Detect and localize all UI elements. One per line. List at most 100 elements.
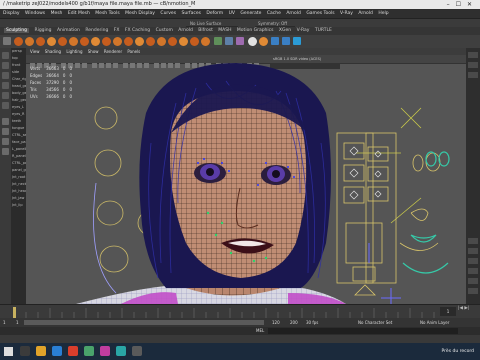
menu-item-curves[interactable]: Curves xyxy=(160,11,176,16)
outliner-layout-icon[interactable] xyxy=(2,148,9,155)
outliner-item[interactable]: Jnt_lip xyxy=(11,202,26,209)
menu-item-uv[interactable]: UV xyxy=(229,11,235,16)
outliner-item[interactable]: R_panelB xyxy=(11,153,26,160)
rotate-tool-icon[interactable] xyxy=(2,92,9,99)
pinch-brush-icon[interactable] xyxy=(58,37,67,46)
viewport-menu-view[interactable]: View xyxy=(30,49,40,54)
outliner-item[interactable]: hair_geo xyxy=(11,97,26,104)
outliner-item[interactable]: Char_rig xyxy=(11,76,26,83)
scale-tool-icon[interactable] xyxy=(2,102,9,109)
single-view-layout-icon[interactable] xyxy=(2,118,9,125)
menu-item-surfaces[interactable]: Surfaces xyxy=(181,11,201,16)
anim-layer-field[interactable]: No Anim Layer xyxy=(420,318,449,327)
outliner-item[interactable]: Jnt_head xyxy=(11,188,26,195)
menu-item-arnold[interactable]: Arnold xyxy=(286,11,301,16)
menu-item-arnold-2[interactable]: Arnold xyxy=(358,11,373,16)
tab-bifrost[interactable]: Bifrost xyxy=(198,28,213,33)
fps-field[interactable]: 30 fps xyxy=(306,318,318,327)
amplify-brush-icon[interactable] xyxy=(190,37,199,46)
layer-icon[interactable] xyxy=(271,37,279,45)
outliner-item[interactable]: CTRL_panel xyxy=(11,160,26,167)
viewport-menu-show[interactable]: Show xyxy=(88,49,99,54)
blend-shape-icon[interactable] xyxy=(282,37,290,45)
tab-motion-graphics[interactable]: Motion Graphics xyxy=(237,28,274,33)
torus-icon[interactable] xyxy=(259,37,268,46)
modeling-toolkit-tab[interactable] xyxy=(468,72,478,78)
layer-editor-button[interactable] xyxy=(468,278,478,284)
tab-fx[interactable]: FX xyxy=(114,28,120,33)
range-start-inner-field[interactable]: 1 xyxy=(16,318,19,327)
move-tool-icon[interactable] xyxy=(2,82,9,89)
viewport-menu-lighting[interactable]: Lighting xyxy=(66,49,82,54)
flatten-brush-icon[interactable] xyxy=(69,37,78,46)
search-icon[interactable] xyxy=(20,346,30,356)
menu-item-mesh-display[interactable]: Mesh Display xyxy=(125,11,155,16)
outliner-item[interactable]: persp xyxy=(11,48,26,55)
outliner-item[interactable]: tongue xyxy=(11,125,26,132)
menu-item-mesh[interactable]: Mesh xyxy=(51,11,63,16)
outliner-item[interactable]: Jnt_jaw xyxy=(11,195,26,202)
outliner-item[interactable]: head_geo xyxy=(11,83,26,90)
window-controls[interactable]: –☐✕ xyxy=(447,0,478,9)
layer-editor-button[interactable] xyxy=(468,258,478,264)
tab-sculpting[interactable]: Sculpting xyxy=(4,28,30,33)
colorspace-label[interactable]: sRGB 1.0 SDR video (ACES) xyxy=(273,55,321,63)
outliner-item[interactable]: L_panelB xyxy=(11,146,26,153)
menu-item-mesh-tools[interactable]: Mesh Tools xyxy=(95,11,119,16)
tab-fx-caching[interactable]: FX Caching xyxy=(125,28,150,33)
command-input[interactable] xyxy=(268,328,458,334)
clear-mask-icon[interactable] xyxy=(236,37,244,45)
lasso-tool-icon[interactable] xyxy=(2,62,9,69)
outliner-item[interactable]: body_geo xyxy=(11,90,26,97)
relax-brush-icon[interactable] xyxy=(36,37,45,46)
freeze-brush-icon[interactable] xyxy=(201,37,210,46)
menu-item-windows[interactable]: Windows xyxy=(25,11,45,16)
tab-turtle[interactable]: TURTLE xyxy=(315,28,332,33)
file-explorer-icon[interactable] xyxy=(36,346,46,356)
four-view-layout-icon[interactable] xyxy=(2,128,9,135)
tab-arnold[interactable]: Arnold xyxy=(178,28,193,33)
paint-select-tool-icon[interactable] xyxy=(2,72,9,79)
fill-brush-icon[interactable] xyxy=(146,37,155,46)
tab-xgen[interactable]: XGen xyxy=(279,28,291,33)
menu-item-cache[interactable]: Cache xyxy=(267,11,281,16)
viewport-menu-panels[interactable]: Panels xyxy=(127,49,140,54)
windows-start-icon[interactable] xyxy=(4,347,13,356)
spray-brush-icon[interactable] xyxy=(91,37,100,46)
scrape-brush-icon[interactable] xyxy=(135,37,144,46)
two-view-layout-icon[interactable] xyxy=(2,138,9,145)
tab-rigging[interactable]: Rigging xyxy=(34,28,51,33)
terminal-icon[interactable] xyxy=(132,346,142,356)
shelf-settings-icon[interactable] xyxy=(3,37,11,45)
menu-item-help[interactable]: Help xyxy=(378,11,388,16)
range-start-field[interactable]: 1 xyxy=(3,318,6,327)
invert-mask-icon[interactable] xyxy=(225,37,233,45)
layer-editor-button[interactable] xyxy=(468,238,478,244)
outliner-item[interactable]: front xyxy=(11,62,26,69)
attribute-editor-tab[interactable] xyxy=(468,62,478,68)
messenger-icon[interactable] xyxy=(84,346,94,356)
outliner-item[interactable]: eyes_L xyxy=(11,104,26,111)
outliner-item[interactable]: panel_grp xyxy=(11,167,26,174)
range-end-field[interactable]: 120 xyxy=(272,318,280,327)
bulge-brush-icon[interactable] xyxy=(179,37,188,46)
outliner-item[interactable]: eyes_R xyxy=(11,111,26,118)
repeat-brush-icon[interactable] xyxy=(102,37,111,46)
knife-brush-icon[interactable] xyxy=(157,37,166,46)
tab-custom[interactable]: Custom xyxy=(156,28,173,33)
outliner-item[interactable]: teeth xyxy=(11,118,26,125)
time-slider[interactable]: 1 |◀ ▶| xyxy=(0,304,480,319)
sculpt-brush-icon[interactable] xyxy=(14,37,23,46)
current-frame-field[interactable]: 1 xyxy=(440,307,456,316)
character-set-field[interactable]: No Character Set xyxy=(358,318,392,327)
mel-label[interactable]: MEL xyxy=(256,327,264,335)
outliner-item[interactable]: Jnt_root xyxy=(11,174,26,181)
sphere-icon[interactable] xyxy=(248,37,257,46)
layer-editor-button[interactable] xyxy=(468,248,478,254)
viewport-menu-shading[interactable]: Shading xyxy=(45,49,61,54)
layer-editor-button[interactable] xyxy=(468,288,478,294)
tab-animation[interactable]: Animation xyxy=(57,28,80,33)
photo-app-icon[interactable] xyxy=(68,346,78,356)
outliner-item[interactable]: side xyxy=(11,69,26,76)
foamy-brush-icon[interactable] xyxy=(80,37,89,46)
